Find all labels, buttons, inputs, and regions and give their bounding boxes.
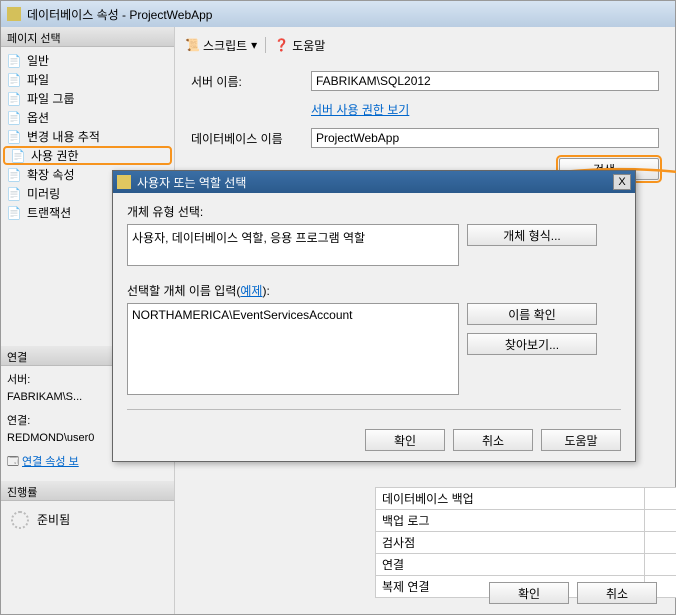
dialog-cancel-button[interactable]: 취소	[453, 429, 533, 451]
spinner-icon	[11, 511, 29, 529]
page-icon: 📄	[7, 130, 21, 144]
page-icon: 📄	[11, 149, 25, 163]
table-row: 연결	[376, 554, 676, 576]
example-link[interactable]: 예제	[240, 284, 262, 298]
page-icon: 📄	[7, 187, 21, 201]
select-user-role-dialog: 사용자 또는 역할 선택 X 개체 유형 선택: 개체 형식... 선택할 개체…	[112, 170, 636, 462]
view-conn-props-link[interactable]: 연결 속성 보	[22, 456, 79, 468]
ok-button[interactable]: 확인	[489, 582, 569, 604]
titlebar: 데이터베이스 속성 - ProjectWebApp	[1, 1, 675, 27]
script-icon: 📜	[185, 38, 199, 52]
page-icon: 📄	[7, 168, 21, 182]
table-row: 검사점	[376, 532, 676, 554]
object-type-label: 개체 유형 선택:	[127, 203, 621, 220]
db-name-label: 데이터베이스 이름	[191, 130, 311, 147]
db-name-field	[311, 128, 659, 148]
nav-filegroups[interactable]: 📄파일 그룹	[1, 89, 174, 108]
toolbar: 📜 스크립트 ▾ ❓ 도움말	[185, 33, 665, 57]
view-server-perm-link[interactable]: 서버 사용 권한 보기	[311, 101, 409, 118]
page-icon: 📄	[7, 54, 21, 68]
object-types-button[interactable]: 개체 형식...	[467, 224, 597, 246]
dialog-title: 사용자 또는 역할 선택	[137, 174, 246, 191]
server-name-label: 서버 이름:	[191, 73, 311, 90]
nav-permissions[interactable]: 📄사용 권한	[3, 146, 172, 165]
script-dropdown[interactable]: 스크립트	[203, 37, 247, 54]
nav-options[interactable]: 📄옵션	[1, 108, 174, 127]
page-icon: 📄	[7, 206, 21, 220]
dialog-ok-button[interactable]: 확인	[365, 429, 445, 451]
cancel-button[interactable]: 취소	[577, 582, 657, 604]
object-names-input[interactable]	[127, 303, 459, 395]
nav-files[interactable]: 📄파일	[1, 70, 174, 89]
nav-general[interactable]: 📄일반	[1, 51, 174, 70]
help-button[interactable]: 도움말	[292, 37, 325, 54]
db-icon	[7, 7, 21, 21]
window-title: 데이터베이스 속성 - ProjectWebApp	[27, 6, 212, 23]
object-type-box	[127, 224, 459, 266]
help-icon: ❓	[274, 38, 288, 52]
page-icon: 📄	[7, 92, 21, 106]
page-icon: 📄	[7, 73, 21, 87]
progress-header: 진행률	[1, 481, 174, 501]
dialog-help-button[interactable]: 도움말	[541, 429, 621, 451]
check-names-button[interactable]: 이름 확인	[467, 303, 597, 325]
browse-button[interactable]: 찾아보기...	[467, 333, 597, 355]
nav-change-tracking[interactable]: 📄변경 내용 추적	[1, 127, 174, 146]
names-label: 선택할 개체 이름 입력(예제):	[127, 282, 621, 299]
close-button[interactable]: X	[613, 174, 631, 190]
separator	[265, 37, 266, 53]
server-name-field	[311, 71, 659, 91]
dialog-titlebar: 사용자 또는 역할 선택 X	[113, 171, 635, 193]
table-row: 데이터베이스 백업	[376, 488, 676, 510]
chevron-down-icon[interactable]: ▾	[251, 38, 257, 52]
dialog-icon	[117, 175, 131, 189]
table-row: 백업 로그	[376, 510, 676, 532]
page-select-header: 페이지 선택	[1, 27, 174, 47]
page-icon: 📄	[7, 111, 21, 125]
progress-text: 준비됨	[37, 511, 70, 528]
conn-props-icon: 🗔	[7, 456, 19, 468]
